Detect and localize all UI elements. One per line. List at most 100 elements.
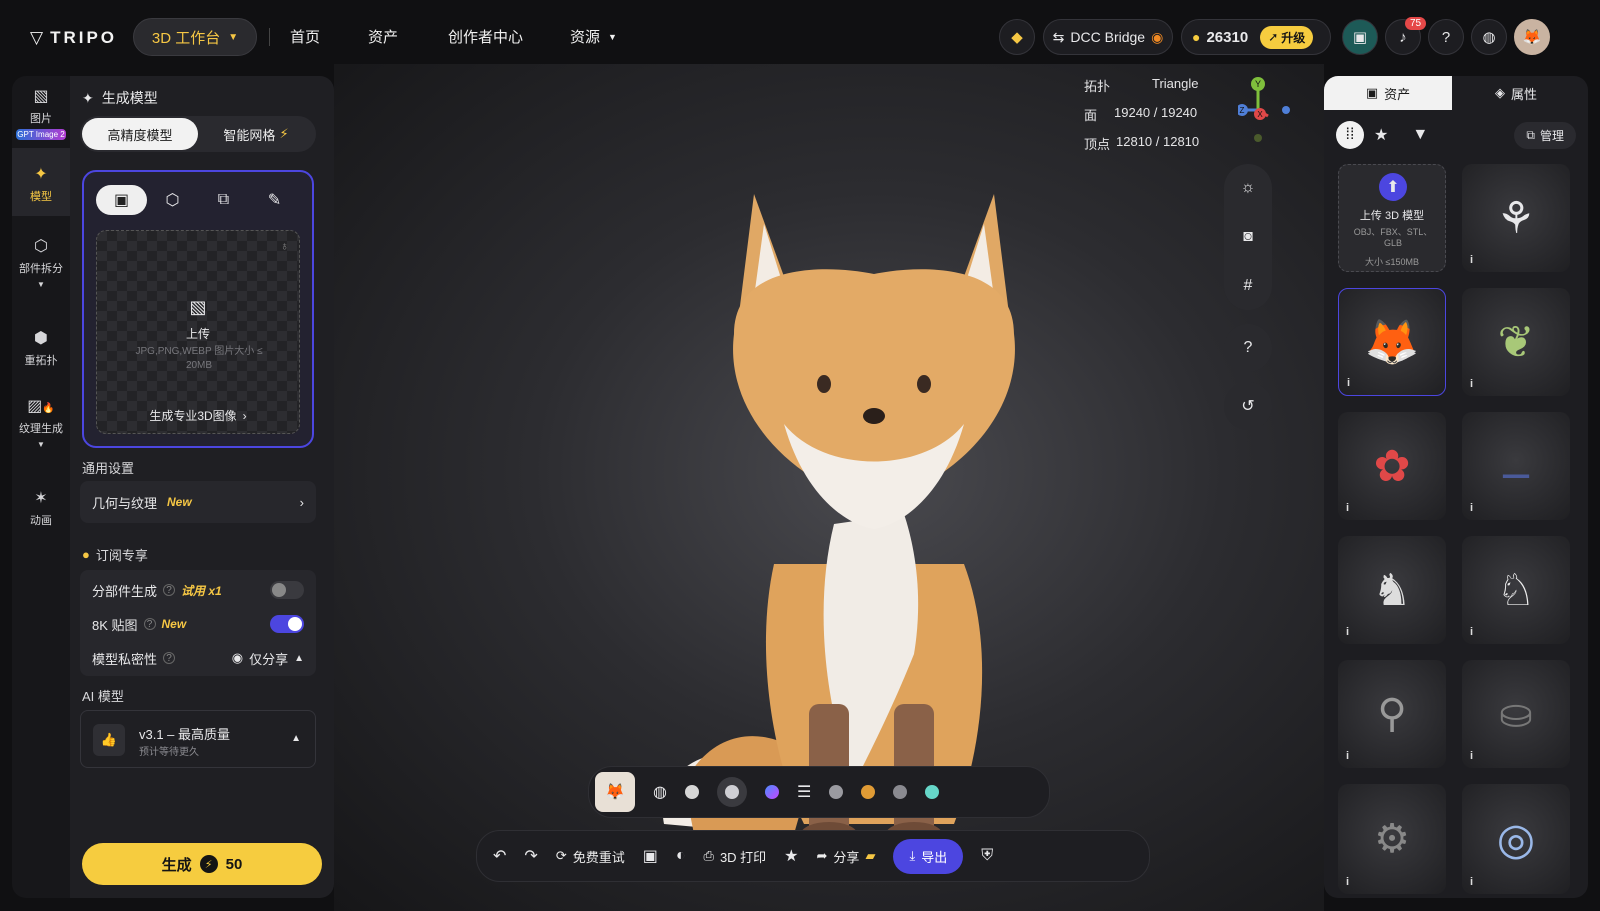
input-type-selector: ▣ ⬡ ⧉ ✎ — [96, 184, 300, 216]
gift-icon[interactable]: ▣ — [1342, 19, 1378, 55]
assets-toolbar: ⁞⁞ ★ ▼ ⧉ 管理 — [1336, 120, 1576, 150]
image-input-icon[interactable]: ▣ — [96, 185, 147, 215]
subscription-title: ● 订阅专享 — [82, 547, 148, 563]
texture-8k-toggle[interactable] — [270, 615, 304, 633]
privacy-dropdown[interactable]: ◉ 仅分享 ▲ — [232, 649, 304, 668]
info-icon[interactable]: i — [1470, 254, 1473, 266]
wireframe-globe-icon[interactable]: ◍ — [653, 782, 667, 802]
help-question-icon[interactable]: ? — [1224, 324, 1272, 372]
tab-smart-mesh[interactable]: 智能网格 ⚡ — [198, 118, 314, 150]
pro-3d-image-link[interactable]: 生成专业3D图像 › — [97, 407, 299, 424]
rose-icon: ✿ — [1373, 441, 1411, 491]
asset-tile-carousel-horse-2[interactable]: ♘ i — [1462, 536, 1570, 644]
undo-icon[interactable]: ↶ — [493, 846, 506, 866]
asset-tile-spring[interactable]: ⚙ i — [1338, 784, 1446, 894]
avatar[interactable]: 🦊 — [1514, 19, 1550, 55]
info-icon[interactable]: i — [1346, 626, 1349, 638]
rail-item-texture[interactable]: ▨🔥 纹理生成 ▼ — [12, 396, 70, 449]
coin-icon: ● — [1192, 29, 1201, 45]
info-icon[interactable]: i — [1346, 750, 1349, 762]
gift-icon[interactable]: ▣ — [643, 846, 658, 866]
settings-sliders-icon[interactable]: ☰ — [797, 782, 811, 802]
asset-tile-rose[interactable]: ✿ i — [1338, 412, 1446, 520]
woman-figure-icon: ⚘ — [1496, 193, 1536, 243]
asset-tile-fox[interactable]: 🦊 i — [1338, 288, 1446, 396]
upload-dropzone[interactable]: ♁ ▧ 上传 JPG,PNG,WEBP 图片大小 ≤ 20MB 生成专业3D图像… — [96, 230, 300, 434]
rail-item-part-split[interactable]: ⬡ 部件拆分 ▼ — [12, 236, 70, 289]
asset-tile-sprout[interactable]: ❦ i — [1462, 288, 1570, 396]
rail-item-retopology[interactable]: ⬢ 重拓扑 — [12, 328, 70, 368]
info-icon[interactable]: i — [1470, 502, 1473, 514]
pencil-icon[interactable]: ✎ — [249, 185, 300, 215]
info-icon[interactable]: i — [1347, 377, 1350, 389]
multi-image-icon[interactable]: ⧉ — [198, 185, 249, 215]
light-icon[interactable]: ☼ — [1241, 179, 1256, 197]
info-icon[interactable]: i — [1470, 750, 1473, 762]
language-globe-icon[interactable]: ◍ — [1471, 19, 1507, 55]
nav-divider — [269, 28, 270, 46]
part-gen-toggle[interactable] — [270, 581, 304, 599]
gold-material-icon[interactable] — [861, 785, 876, 799]
tab-assets[interactable]: ▣ 资产 — [1324, 76, 1452, 110]
matcap-material-icon[interactable] — [716, 777, 747, 807]
shield-plus-icon[interactable]: ⛨ — [981, 847, 993, 865]
asset-tile-woman[interactable]: ⚘ i — [1462, 164, 1570, 272]
funnel-filter-icon[interactable]: ▼ — [1412, 126, 1428, 144]
upload-3d-model-tile[interactable]: ⬆ 上传 3D 模型 OBJ、FBX、STL、GLB 大小 ≤150MB — [1338, 164, 1446, 272]
asset-tile-snow-globe[interactable]: ◎ i — [1462, 784, 1570, 894]
export-button[interactable]: ⤓ 导出 — [893, 838, 964, 874]
upload-3d-size: 大小 ≤150MB — [1365, 257, 1419, 267]
planet-icon[interactable]: ◐ — [676, 847, 686, 865]
gray-material-icon[interactable] — [829, 785, 844, 799]
rail-item-model[interactable]: ✦ 模型 — [12, 148, 70, 216]
camera-icon[interactable]: ◙ — [1243, 228, 1253, 246]
cube-icon[interactable]: ⬡ — [147, 185, 198, 215]
info-icon[interactable]: i — [1346, 502, 1349, 514]
history-icon[interactable]: ↺ — [1224, 382, 1272, 430]
cyan-material-icon[interactable] — [925, 785, 940, 799]
asset-tile-metal-part[interactable]: ⛀ i — [1462, 660, 1570, 768]
promo-icon[interactable]: ◆ — [999, 19, 1035, 55]
normal-material-icon[interactable] — [764, 785, 779, 799]
info-icon[interactable]: i — [1346, 876, 1349, 888]
asset-tile-piston[interactable]: ⚲ i — [1338, 660, 1446, 768]
generate-button[interactable]: 生成 ⚡ 50 — [82, 843, 322, 885]
model-thumbnail[interactable]: 🦊 — [595, 772, 635, 812]
star-icon[interactable]: ★ — [784, 846, 798, 866]
workbench-dropdown[interactable]: 3D 工作台 ▼ — [133, 18, 257, 56]
nav-home[interactable]: 首页 — [290, 26, 320, 47]
tab-properties[interactable]: ◈ 属性 — [1452, 76, 1580, 110]
nav-assets[interactable]: 资产 — [368, 26, 398, 47]
asset-tile-carousel-horse-1[interactable]: ♞ i — [1338, 536, 1446, 644]
free-retry-button[interactable]: ⟳ 免费重试 — [556, 847, 625, 866]
grid-icon[interactable]: # — [1244, 277, 1253, 295]
manage-button[interactable]: ⧉ 管理 — [1514, 121, 1576, 149]
clay-material-icon[interactable] — [684, 785, 699, 799]
panel-header: ✦ 生成模型 — [82, 88, 158, 108]
info-icon[interactable]: i — [1470, 626, 1473, 638]
dcc-bridge-button[interactable]: ⇆ DCC Bridge ◉ — [1043, 19, 1173, 55]
3d-viewport[interactable]: 拓扑 Triangle 面 19240 / 19240 顶点 12810 / 1… — [334, 64, 1324, 911]
help-chat-icon[interactable]: ? — [1428, 19, 1464, 55]
geometry-texture-row[interactable]: 几何与纹理 New › — [80, 481, 316, 523]
sprout-icon: ❦ — [1497, 317, 1535, 367]
star-filter-icon[interactable]: ★ — [1374, 125, 1388, 145]
share-button[interactable]: ➦ 分享 ▰ — [817, 847, 876, 866]
tab-high-precision[interactable]: 高精度模型 — [82, 118, 198, 150]
axis-gizmo[interactable]: Y Z X — [1238, 74, 1298, 144]
redo-icon[interactable]: ↷ — [524, 846, 537, 866]
asset-tile-lying-figure[interactable]: ⚊ i — [1462, 412, 1570, 520]
info-icon[interactable]: i — [1470, 876, 1473, 888]
rail-item-animation[interactable]: ✶ 动画 — [12, 488, 70, 528]
metal-material-icon[interactable] — [893, 785, 908, 799]
nav-resources[interactable]: 资源 ▼ — [570, 26, 617, 47]
nav-creator-center[interactable]: 创作者中心 — [448, 26, 523, 47]
upgrade-button[interactable]: ➚ 升级 — [1260, 25, 1314, 49]
info-icon[interactable]: i — [1470, 378, 1473, 390]
grid-view-icon[interactable]: ⁞⁞ — [1336, 121, 1364, 149]
credits-display[interactable]: ● 26310 ➚ 升级 — [1181, 19, 1331, 55]
tripo-logo[interactable]: ▽ TRIPO — [30, 28, 117, 48]
ai-model-select[interactable]: 👍 v3.1 – 最高质量 预计等待更久 ▲ — [80, 710, 316, 768]
rail-item-image[interactable]: ▧ 图片 GPT Image 2 — [12, 86, 70, 140]
3d-print-button[interactable]: ⎙ 3D 打印 — [704, 847, 767, 866]
